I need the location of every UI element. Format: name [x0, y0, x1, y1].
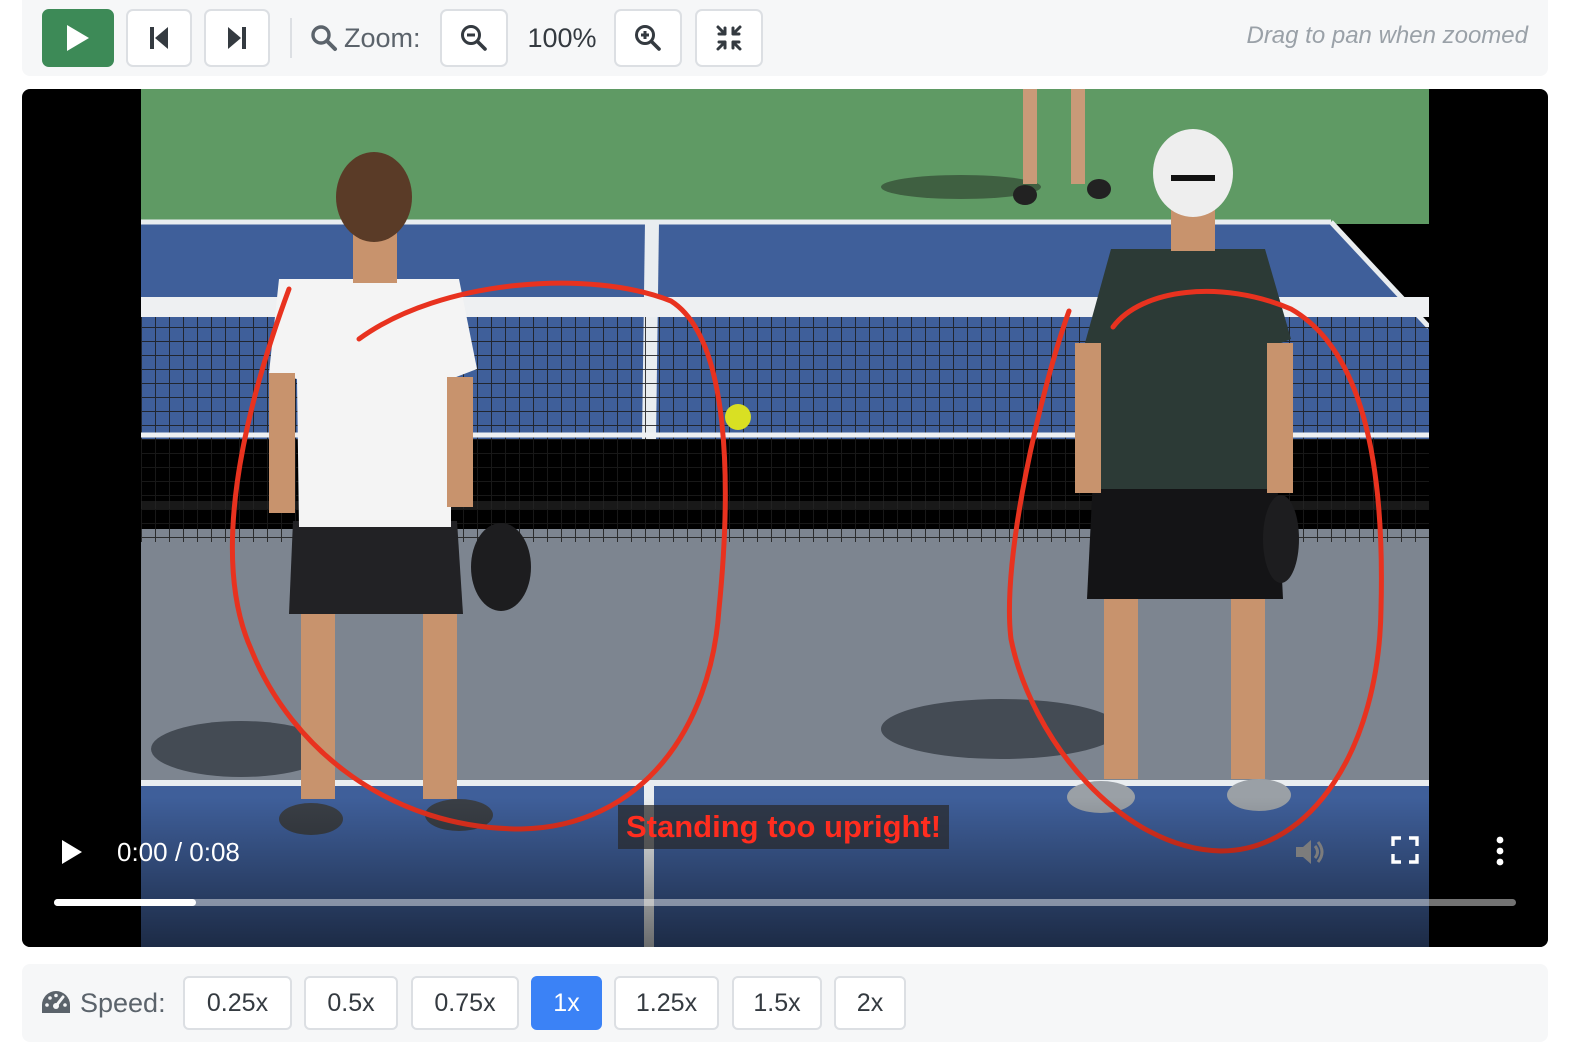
- skip-forward-icon: [228, 27, 246, 49]
- play-button[interactable]: [42, 9, 114, 67]
- toolbar-divider: [290, 18, 292, 58]
- zoom-in-icon: [635, 25, 661, 51]
- video-progress-fill: [54, 899, 196, 906]
- more-vertical-icon[interactable]: [1492, 835, 1508, 867]
- skip-back-icon: [150, 27, 168, 49]
- zoom-label: Zoom:: [310, 20, 421, 56]
- zoom-level: 100%: [527, 23, 597, 53]
- speed-option-0-75x[interactable]: 0.75x: [411, 976, 519, 1030]
- play-icon: [67, 25, 89, 51]
- pan-hint: Drag to pan when zoomed: [1246, 22, 1528, 49]
- video-toolbar: Zoom: 100% Drag to pan when zoomed: [22, 0, 1548, 76]
- video-player[interactable]: Standing too upright! 0:00 / 0:08: [22, 89, 1548, 947]
- zoom-out-button[interactable]: [440, 9, 508, 67]
- compress-icon: [716, 25, 742, 51]
- fullscreen-icon[interactable]: [1390, 835, 1420, 865]
- speed-label-text: Speed:: [80, 987, 166, 1018]
- gauge-icon: [42, 991, 70, 1013]
- speed-label: Speed:: [40, 986, 166, 1020]
- speed-option-0-25x[interactable]: 0.25x: [183, 976, 292, 1030]
- speed-option-2x[interactable]: 2x: [834, 976, 906, 1030]
- video-progress-track[interactable]: [54, 899, 1516, 906]
- video-timestamp: 0:00 / 0:08: [117, 837, 240, 867]
- zoom-in-button[interactable]: [614, 9, 682, 67]
- reset-zoom-button[interactable]: [695, 9, 763, 67]
- annotation-caption: Standing too upright!: [618, 805, 950, 849]
- zoom-out-icon: [461, 25, 487, 51]
- speed-option-0-5x[interactable]: 0.5x: [304, 976, 398, 1030]
- speed-option-1x[interactable]: 1x: [531, 976, 602, 1030]
- speed-option-1-25x[interactable]: 1.25x: [614, 976, 719, 1030]
- previous-frame-button[interactable]: [126, 9, 192, 67]
- zoom-label-text: Zoom:: [344, 22, 421, 53]
- speed-control-bar: Speed: 0.25x 0.5x 0.75x 1x 1.25x 1.5x 2x: [22, 964, 1548, 1042]
- speed-option-1-5x[interactable]: 1.5x: [732, 976, 822, 1030]
- volume-icon[interactable]: [1292, 835, 1326, 869]
- next-frame-button[interactable]: [204, 9, 270, 67]
- video-play-icon[interactable]: [58, 837, 84, 867]
- search-icon: [311, 25, 337, 51]
